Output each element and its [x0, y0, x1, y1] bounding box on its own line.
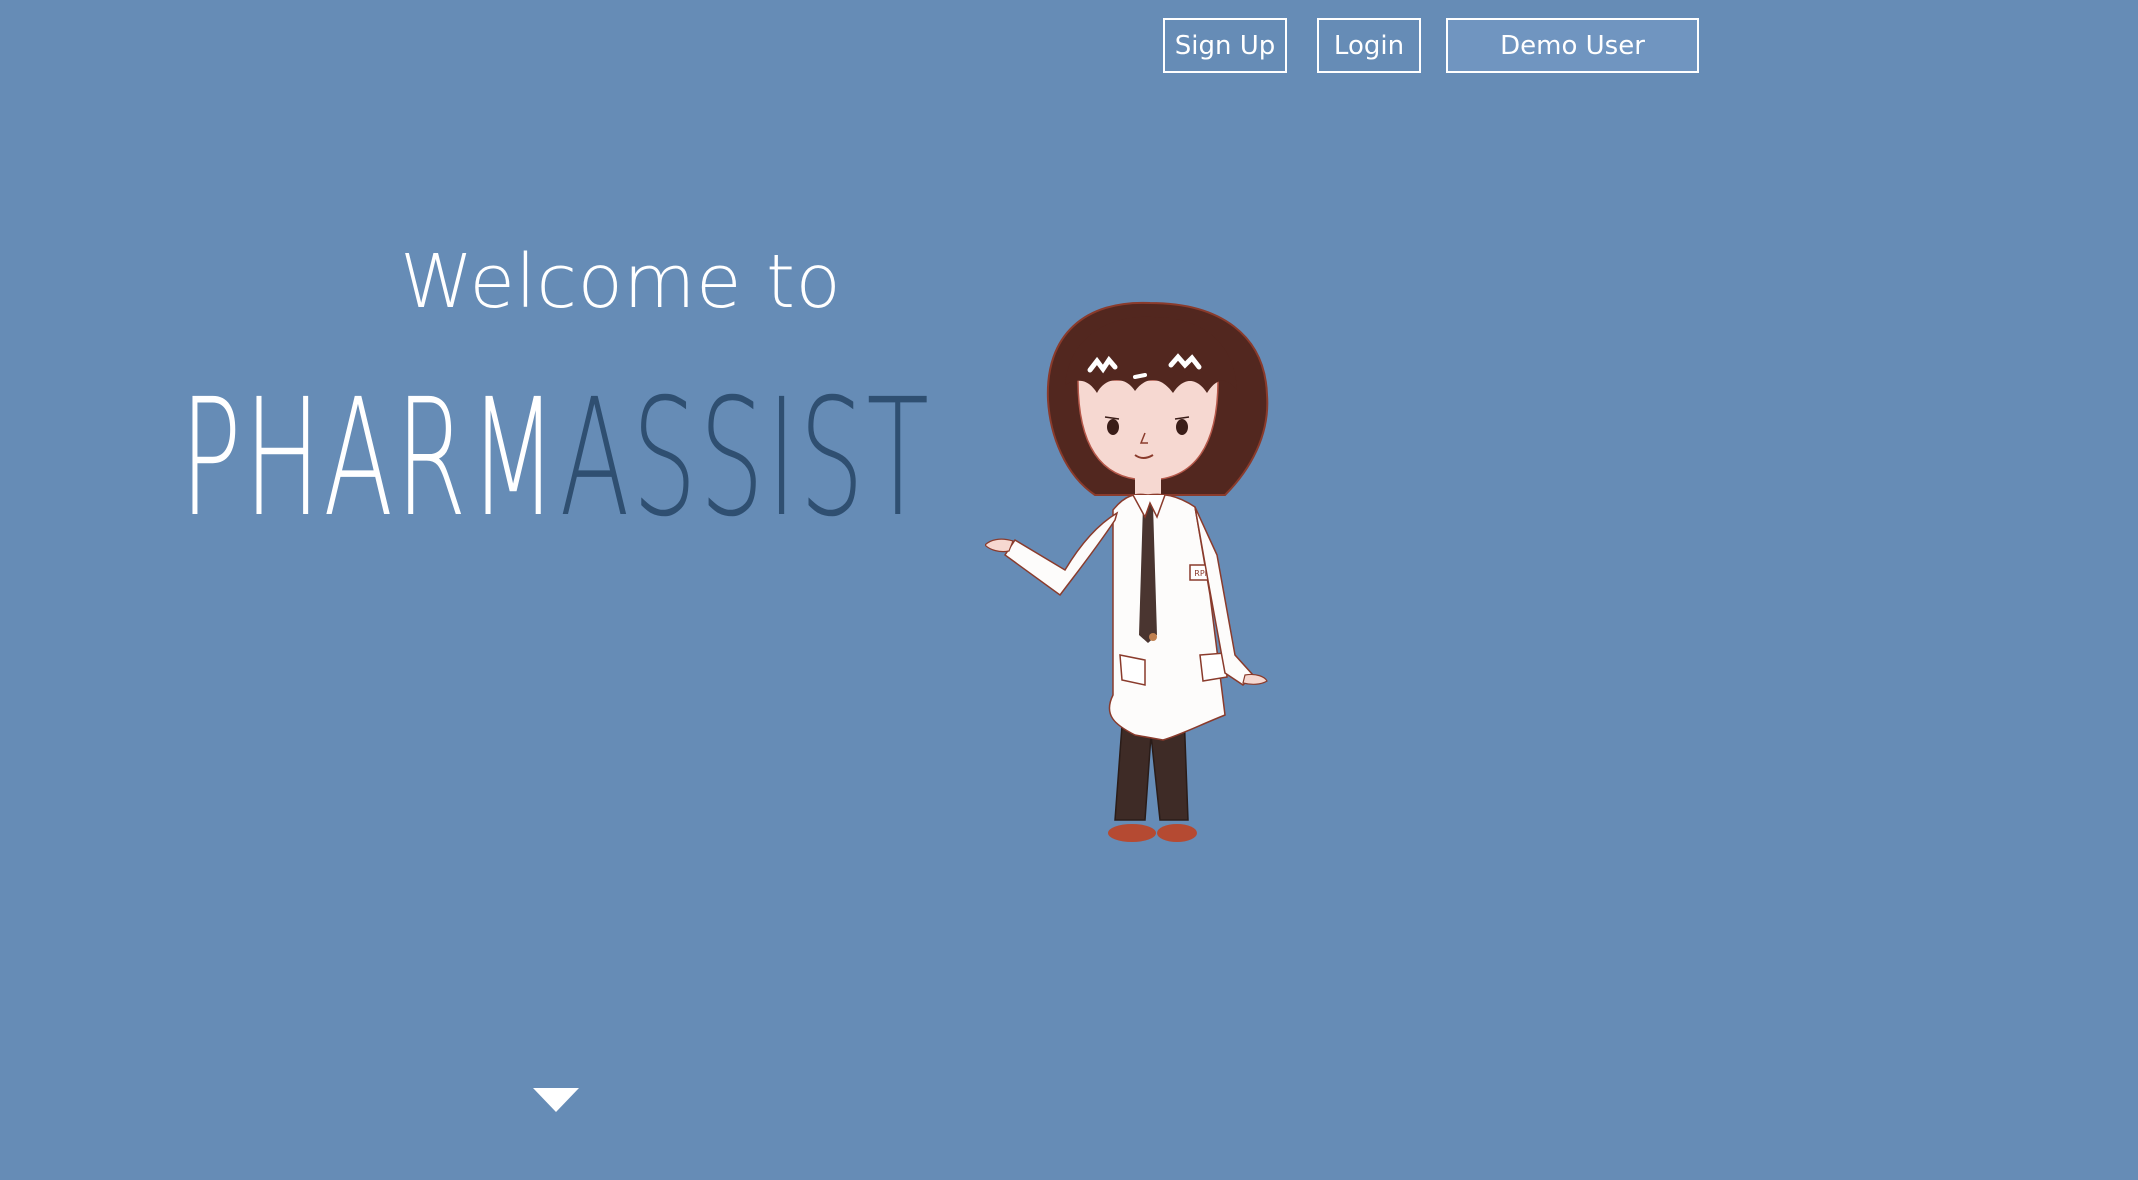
login-button[interactable]: Login: [1317, 18, 1421, 73]
scroll-down-icon[interactable]: [533, 1088, 579, 1114]
brand-title-part1: PHARM: [180, 365, 560, 553]
brand-title: PHARMASSIST: [180, 378, 931, 540]
demo-user-button[interactable]: Demo User: [1446, 18, 1699, 73]
top-nav: Sign Up Login Demo User: [0, 0, 2138, 90]
brand-title-part2: ASSIST: [559, 365, 932, 553]
signup-button[interactable]: Sign Up: [1163, 18, 1287, 73]
pharmacist-illustration: RPh: [985, 301, 1269, 842]
welcome-heading: Welcome to: [400, 239, 842, 325]
